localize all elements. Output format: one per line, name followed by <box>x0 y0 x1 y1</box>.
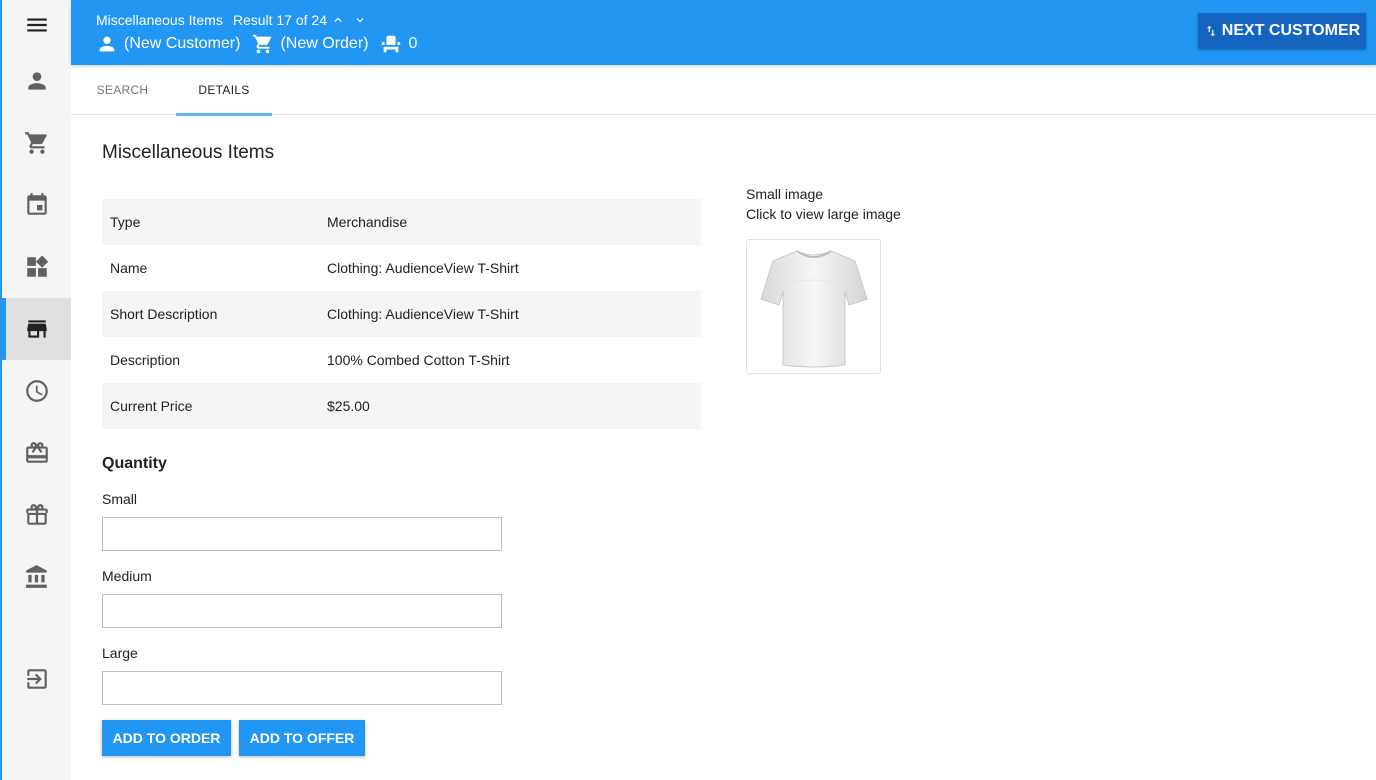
t-shirt-image <box>759 249 868 367</box>
order-link[interactable]: (New Order) <box>252 33 368 55</box>
customer-link[interactable]: (New Customer) <box>96 33 240 55</box>
swap-vertical-icon <box>1206 25 1215 37</box>
image-caption: Small image <box>746 186 824 202</box>
exit-icon <box>26 669 47 689</box>
add-to-offer-button[interactable]: ADD TO OFFER <box>239 720 365 756</box>
rail-item-events[interactable] <box>2 174 71 236</box>
row-value: Merchandise <box>327 199 701 245</box>
row-label: Current Price <box>102 383 327 429</box>
calendar-icon <box>26 193 47 215</box>
session-summary: (New Customer) (New Order) 0 <box>96 33 429 55</box>
rail-item-packages[interactable] <box>2 236 71 298</box>
rail-item-donations[interactable] <box>2 484 71 546</box>
person-icon <box>99 36 115 52</box>
cart-icon <box>24 132 47 154</box>
gift-icon <box>25 504 48 525</box>
chevron-up-icon <box>334 17 342 22</box>
tab-details[interactable]: DETAILS <box>174 65 274 116</box>
breadcrumb: Miscellaneous Items Result 17 of 24 <box>96 12 367 28</box>
row-value: Clothing: AudienceView T-Shirt <box>327 260 519 276</box>
small-quantity-input[interactable] <box>102 517 502 551</box>
large-quantity-input[interactable] <box>102 671 502 705</box>
small-label: Small <box>102 491 138 507</box>
row-value: $25.00 <box>327 383 701 429</box>
large-label: Large <box>102 645 138 661</box>
person-icon <box>27 72 46 90</box>
result-counter: Result 17 of 24 <box>232 12 327 28</box>
row-label: Short Description <box>102 291 327 337</box>
rail-item-history[interactable] <box>2 360 71 422</box>
table-row: Name Clothing: AudienceView T-Shirt <box>102 245 701 291</box>
cart-icon <box>253 34 272 54</box>
table-row: Current Price $25.00 <box>102 383 701 429</box>
next-customer-label: NEXT CUSTOMER <box>1221 22 1361 39</box>
clock-icon <box>25 380 48 402</box>
seats-link[interactable]: 0 <box>380 33 417 55</box>
row-label: Name <box>110 260 148 276</box>
section-title: Miscellaneous Items <box>96 12 223 28</box>
chevron-down-icon <box>356 18 364 23</box>
seat-icon <box>382 35 401 53</box>
rail-item-store[interactable] <box>2 298 71 360</box>
next-customer-button[interactable]: NEXT CUSTOMER <box>1198 13 1366 49</box>
row-label: Description <box>110 352 181 368</box>
tab-search[interactable]: SEARCH <box>71 65 174 115</box>
add-to-order-button[interactable]: ADD TO ORDER <box>102 720 231 756</box>
medium-label: Medium <box>102 568 152 584</box>
hamburger-menu-icon <box>26 18 47 31</box>
row-label: Type <box>102 199 327 245</box>
app-header: Miscellaneous Items Result 17 of 24 (New… <box>71 0 1376 65</box>
table-row: Description 100% Combed Cotton T-Shirt <box>102 337 701 383</box>
left-nav-rail <box>0 0 71 780</box>
order-label: (New Order) <box>280 35 369 52</box>
store-icon <box>26 320 47 338</box>
details-table: Type Merchandise Name Clothing: Audience… <box>102 199 701 429</box>
image-hint: Click to view large image <box>746 206 901 222</box>
medium-quantity-input[interactable] <box>102 594 502 628</box>
product-thumbnail[interactable] <box>746 239 881 374</box>
rail-item-payments[interactable] <box>2 546 71 608</box>
previous-result-button[interactable] <box>331 13 345 27</box>
rail-item-gift-cards[interactable] <box>2 422 71 484</box>
row-value: Clothing: AudienceView T-Shirt <box>327 291 701 337</box>
ticket-icon <box>25 442 48 463</box>
table-row: Short Description Clothing: AudienceView… <box>102 291 701 337</box>
page-title: Miscellaneous Items <box>102 142 275 163</box>
widgets-icon <box>26 255 48 277</box>
next-result-button[interactable] <box>353 13 367 27</box>
rail-item-logout[interactable] <box>2 648 71 710</box>
bank-icon <box>25 565 47 588</box>
row-value: 100% Combed Cotton T-Shirt <box>327 352 510 368</box>
quantity-heading: Quantity <box>102 455 167 472</box>
customer-label: (New Customer) <box>124 35 241 52</box>
menu-button[interactable] <box>2 0 71 49</box>
rail-item-customers[interactable] <box>2 50 71 112</box>
tab-bar: SEARCH DETAILS <box>71 65 1376 116</box>
seat-count: 0 <box>408 35 418 52</box>
rail-item-orders[interactable] <box>2 112 71 174</box>
table-row: Type Merchandise <box>102 199 701 245</box>
